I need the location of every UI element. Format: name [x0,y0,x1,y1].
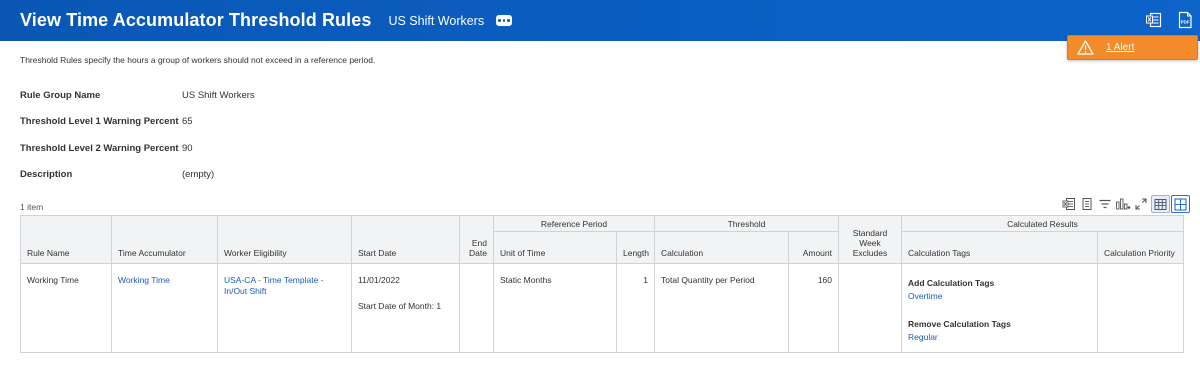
excel-export-icon[interactable] [1060,196,1077,213]
table-row: Working Time Working Time USA-CA - Time … [20,263,1184,353]
threshold-level-1-label: Threshold Level 1 Warning Percent [20,116,179,127]
col-header-calculation[interactable]: Calculation [654,231,789,264]
rule-group-name-label: Rule Group Name [20,90,101,101]
cell-calculation-priority [1097,263,1184,353]
group-header-threshold: Threshold [654,215,839,232]
alert-link[interactable]: 1 Alert [1106,42,1134,53]
cell-unit-of-time: Static Months [493,263,617,353]
threshold-level-2-value: 90 [182,143,193,154]
pdf-export-icon[interactable]: PDF [1176,11,1194,29]
regular-tag-link[interactable]: Regular [908,332,1091,343]
fullscreen-icon[interactable] [1132,196,1149,213]
item-count: 1 item [20,202,44,212]
cell-start-date-note: Start Date of Month: 1 [358,301,442,312]
page-title: View Time Accumulator Threshold Rules [20,10,372,30]
col-header-calculation-tags[interactable]: Calculation Tags [901,231,1098,264]
chart-icon[interactable] [1114,196,1131,213]
add-calculation-tags-label: Add Calculation Tags [908,278,995,288]
table-view-icon[interactable] [1151,195,1170,213]
rule-group-name-value: US Shift Workers [182,90,255,101]
cell-standard-week-excludes [838,263,902,353]
col-header-length[interactable]: Length [616,231,655,264]
time-accumulator-link[interactable]: Working Time [118,275,170,285]
more-actions-icon[interactable] [496,15,513,26]
col-header-standard-week-excludes[interactable]: Standard Week Excludes [838,215,902,264]
filter-icon[interactable] [1096,196,1113,213]
cell-start-date: 11/01/2022 [358,275,400,285]
col-header-rule-name[interactable]: Rule Name [20,215,112,264]
group-header-calculated-results: Calculated Results [901,215,1184,232]
remove-calculation-tags-label: Remove Calculation Tags [908,319,1011,330]
worker-eligibility-link[interactable]: USA-CA - Time Template - In/Out Shift [224,275,324,296]
cell-rule-name: Working Time [20,263,112,353]
group-header-reference-period: Reference Period [493,215,655,232]
col-header-amount[interactable]: Amount [788,231,839,264]
svg-text:PDF: PDF [1181,20,1190,25]
col-header-start-date[interactable]: Start Date [351,215,460,264]
page-header: View Time Accumulator Threshold Rules US… [0,0,1200,41]
col-header-worker-eligibility[interactable]: Worker Eligibility [217,215,352,264]
cell-calculation: Total Quantity per Period [654,263,789,353]
col-header-calculation-priority[interactable]: Calculation Priority [1097,231,1184,264]
threshold-rules-table: Rule Name Time Accumulator Worker Eligib… [20,215,1184,353]
threshold-level-1-value: 65 [182,116,193,127]
description-label: Description [20,169,73,180]
alert-banner[interactable]: 1 Alert [1067,35,1198,60]
cell-length: 1 [616,263,655,353]
excel-export-icon[interactable] [1145,11,1163,29]
col-header-unit-of-time[interactable]: Unit of Time [493,231,617,264]
cell-end-date [459,263,494,353]
warning-icon [1077,40,1094,55]
col-header-time-accumulator[interactable]: Time Accumulator [111,215,218,264]
description-value: (empty) [182,169,215,180]
cell-amount: 160 [788,263,839,353]
grid-view-icon[interactable] [1171,195,1190,213]
print-icon[interactable] [1078,196,1095,213]
overtime-tag-link[interactable]: Overtime [908,291,1091,302]
threshold-level-2-label: Threshold Level 2 Warning Percent [20,143,179,154]
table-toolbar [1060,195,1190,213]
intro-text: Threshold Rules specify the hours a grou… [20,55,376,65]
page-subtitle: US Shift Workers [388,13,485,28]
col-header-end-date[interactable]: End Date [459,215,494,264]
